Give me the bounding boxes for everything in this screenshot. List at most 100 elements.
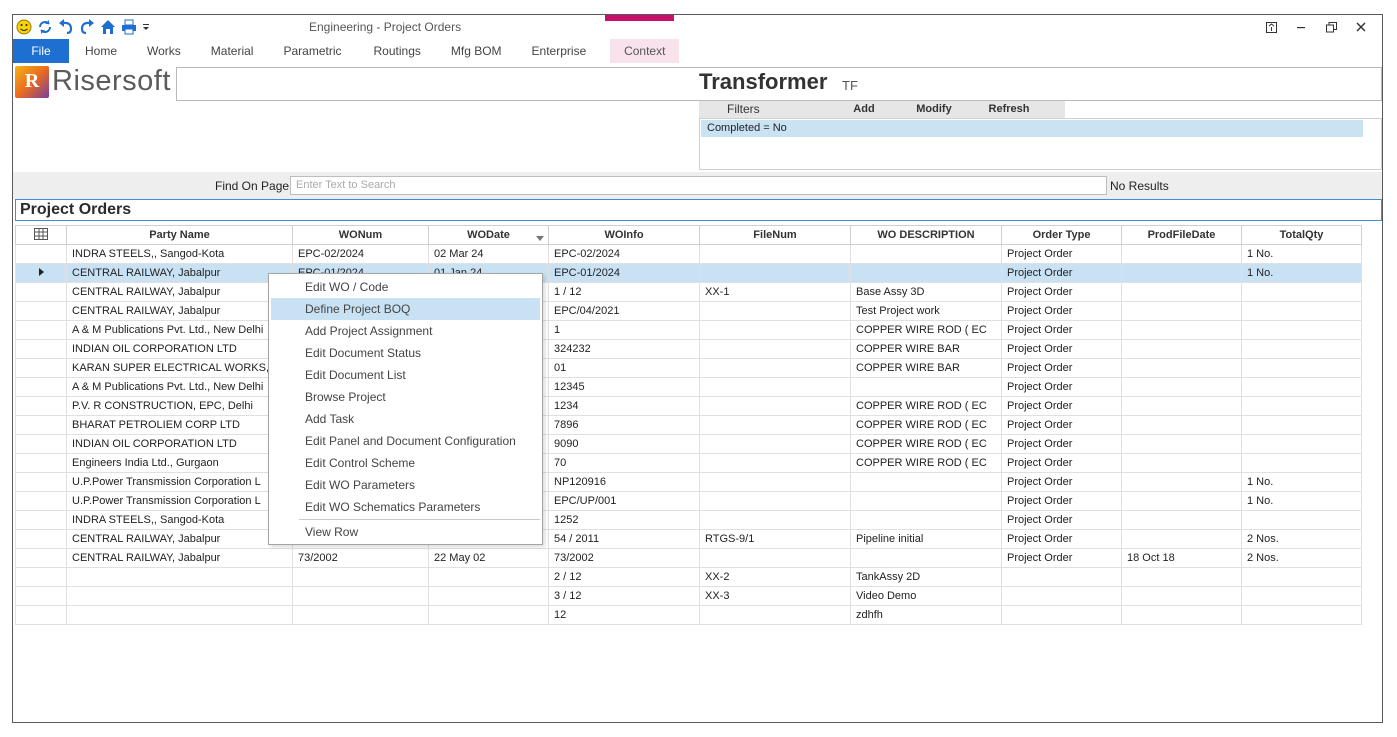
table-cell[interactable]: NP120916 [548, 472, 700, 492]
row-header[interactable] [15, 453, 67, 473]
table-cell[interactable]: Pipeline initial [850, 529, 1002, 549]
tab-context[interactable]: Context [610, 39, 680, 63]
table-row[interactable]: 12 zdhfh [15, 605, 1362, 625]
table-cell[interactable]: 1 No. [1241, 244, 1362, 264]
column-header[interactable]: FileNum [699, 225, 851, 245]
table-cell[interactable] [699, 605, 851, 625]
table-cell[interactable]: CENTRAL RAILWAY, Jabalpur [66, 282, 293, 302]
table-cell[interactable] [428, 605, 549, 625]
table-cell[interactable]: 1 No. [1241, 491, 1362, 511]
table-cell[interactable] [699, 396, 851, 416]
table-cell[interactable] [1241, 415, 1362, 435]
table-cell[interactable] [699, 320, 851, 340]
table-row[interactable]: CENTRAL RAILWAY, JabalpurEPC-01/202401 J… [15, 263, 1362, 283]
row-header[interactable] [15, 472, 67, 492]
table-cell[interactable] [850, 491, 1002, 511]
table-cell[interactable]: Base Assy 3D [850, 282, 1002, 302]
table-cell[interactable]: INDIAN OIL CORPORATION LTD [66, 434, 293, 454]
context-menu-item[interactable]: Edit Document List [271, 364, 540, 386]
row-header[interactable] [15, 491, 67, 511]
context-menu-item[interactable]: Edit Panel and Document Configuration [271, 430, 540, 452]
redo-icon[interactable] [78, 18, 96, 36]
tab-works[interactable]: Works [131, 39, 195, 63]
table-cell[interactable]: Project Order [1001, 282, 1122, 302]
table-cell[interactable] [699, 491, 851, 511]
table-cell[interactable]: 7896 [548, 415, 700, 435]
table-cell[interactable] [699, 434, 851, 454]
table-cell[interactable]: Project Order [1001, 415, 1122, 435]
table-cell[interactable]: 1 [548, 320, 700, 340]
table-cell[interactable]: RTGS-9/1 [699, 529, 851, 549]
table-cell[interactable]: U.P.Power Transmission Corporation L [66, 491, 293, 511]
table-row[interactable]: 2 / 12 XX-2 TankAssy 2D [15, 567, 1362, 587]
row-header[interactable] [15, 605, 67, 625]
table-cell[interactable]: Engineers India Ltd., Gurgaon [66, 453, 293, 473]
tab-material[interactable]: Material [195, 39, 268, 63]
restore-icon[interactable] [1316, 18, 1346, 36]
table-cell[interactable]: Project Order [1001, 358, 1122, 378]
column-header[interactable]: Order Type [1001, 225, 1122, 245]
table-cell[interactable] [1001, 605, 1122, 625]
row-header[interactable] [15, 548, 67, 568]
table-cell[interactable]: Project Order [1001, 434, 1122, 454]
table-cell[interactable]: COPPER WIRE ROD ( EC [850, 415, 1002, 435]
table-cell[interactable]: CENTRAL RAILWAY, Jabalpur [66, 263, 293, 283]
table-cell[interactable] [1241, 453, 1362, 473]
table-cell[interactable]: Project Order [1001, 472, 1122, 492]
table-cell[interactable] [66, 567, 293, 587]
table-cell[interactable]: Project Order [1001, 244, 1122, 264]
table-cell[interactable]: U.P.Power Transmission Corporation L [66, 472, 293, 492]
table-cell[interactable]: COPPER WIRE BAR [850, 339, 1002, 359]
table-cell[interactable]: 02 Mar 24 [428, 244, 549, 264]
table-cell[interactable]: COPPER WIRE ROD ( EC [850, 320, 1002, 340]
table-cell[interactable]: BHARAT PETROLIEM CORP LTD [66, 415, 293, 435]
table-cell[interactable]: EPC-02/2024 [548, 244, 700, 264]
table-cell[interactable] [428, 586, 549, 606]
table-cell[interactable]: 9090 [548, 434, 700, 454]
undo-icon[interactable] [57, 18, 75, 36]
table-cell[interactable] [1121, 263, 1242, 283]
table-cell[interactable] [1121, 586, 1242, 606]
table-cell[interactable] [428, 567, 549, 587]
table-row[interactable]: BHARAT PETROLIEM CORP LTD 7896 COPPER WIRE… [15, 415, 1362, 435]
context-menu-item[interactable]: Edit WO / Code [271, 276, 540, 298]
table-cell[interactable]: INDIAN OIL CORPORATION LTD [66, 339, 293, 359]
column-header[interactable]: Party Name [66, 225, 293, 245]
table-row[interactable]: INDRA STEELS,, Sangod-Kota EPC-02/2024 02 … [15, 244, 1362, 264]
row-header[interactable] [15, 567, 67, 587]
dropdown-icon[interactable] [141, 18, 151, 36]
table-row[interactable]: U.P.Power Transmission Corporation L EPC/… [15, 491, 1362, 511]
row-header[interactable] [15, 244, 67, 264]
table-cell[interactable]: Project Order [1001, 396, 1122, 416]
table-cell[interactable]: COPPER WIRE ROD ( EC [850, 396, 1002, 416]
table-cell[interactable] [1241, 301, 1362, 321]
table-cell[interactable] [850, 548, 1002, 568]
column-header[interactable]: WONum [292, 225, 429, 245]
table-cell[interactable]: Test Project work [850, 301, 1002, 321]
table-cell[interactable] [699, 244, 851, 264]
row-header[interactable] [15, 320, 67, 340]
table-cell[interactable] [699, 263, 851, 283]
table-cell[interactable]: Project Order [1001, 339, 1122, 359]
table-cell[interactable]: 73/2002 [292, 548, 429, 568]
context-menu-item[interactable]: Edit WO Parameters [271, 474, 540, 496]
table-cell[interactable] [1121, 453, 1242, 473]
table-cell[interactable]: XX-3 [699, 586, 851, 606]
table-cell[interactable] [1121, 415, 1242, 435]
add-filter-button[interactable]: Add [829, 101, 899, 118]
table-cell[interactable]: Project Order [1001, 320, 1122, 340]
table-cell[interactable] [850, 377, 1002, 397]
table-cell[interactable] [1001, 586, 1122, 606]
table-cell[interactable] [1121, 510, 1242, 530]
row-header[interactable] [15, 377, 67, 397]
table-cell[interactable] [699, 472, 851, 492]
context-menu-item[interactable]: Add Project Assignment [271, 320, 540, 342]
table-row[interactable]: Engineers India Ltd., Gurgaon 70 COPPER WI… [15, 453, 1362, 473]
table-cell[interactable] [1241, 282, 1362, 302]
table-cell[interactable]: INDRA STEELS,, Sangod-Kota [66, 510, 293, 530]
table-cell[interactable]: 18 Oct 18 [1121, 548, 1242, 568]
table-cell[interactable]: 73/2002 [548, 548, 700, 568]
table-cell[interactable]: A & M Publications Pvt. Ltd., New Delhi [66, 320, 293, 340]
table-cell[interactable] [1241, 358, 1362, 378]
table-cell[interactable] [1121, 320, 1242, 340]
